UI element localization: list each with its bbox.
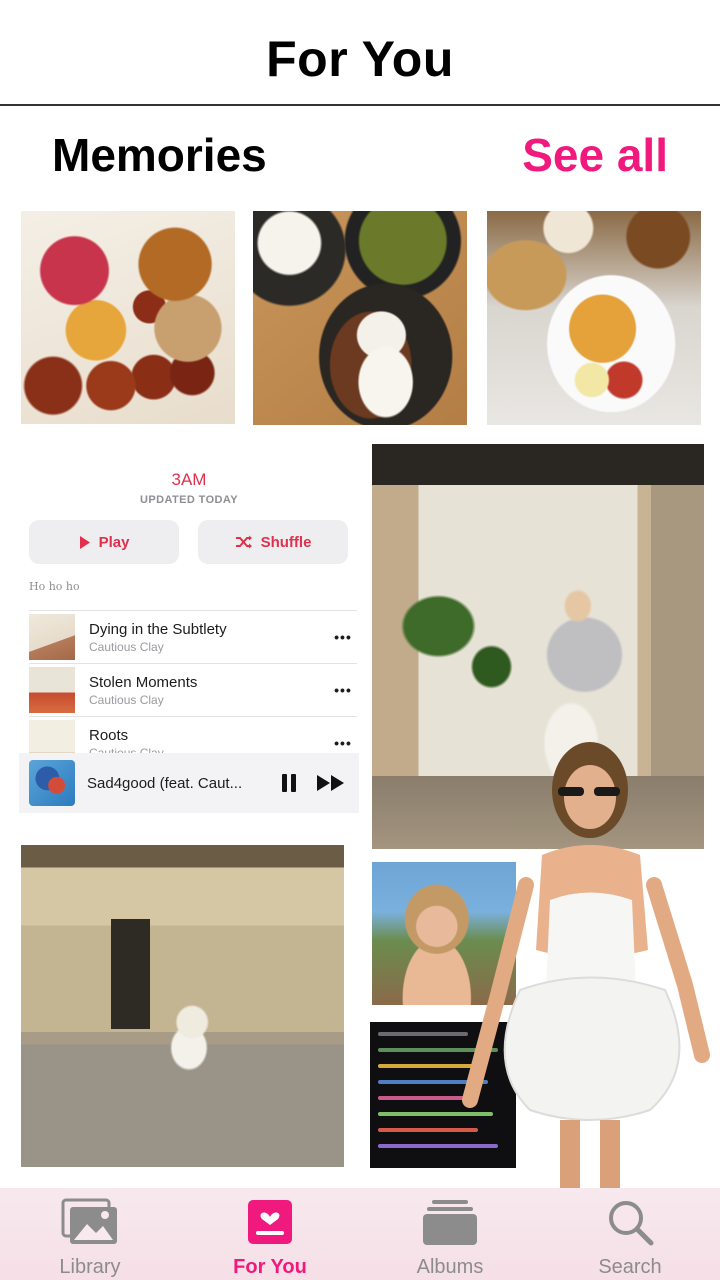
memory-photo-street-outfit[interactable]	[21, 845, 344, 1167]
tab-label: Albums	[416, 1256, 484, 1278]
track-title: Dying in the Subtlety	[89, 620, 227, 638]
fast-forward-icon[interactable]	[309, 774, 353, 792]
playlist-updated: UPDATED TODAY	[140, 494, 238, 506]
track-artist: Cautious Clay	[89, 639, 164, 654]
shuffle-button[interactable]: Shuffle	[198, 520, 348, 564]
playlist-note: Ho ho ho	[29, 580, 80, 593]
mini-player[interactable]: Sad4good (feat. Caut...	[19, 753, 359, 813]
now-playing-title: Sad4good (feat. Caut...	[87, 774, 243, 792]
track-row[interactable]: Dying in the Subtlety Cautious Clay •••	[29, 610, 357, 663]
search-icon	[609, 1201, 654, 1246]
track-artwork	[29, 614, 75, 660]
tab-library[interactable]: Library	[0, 1188, 180, 1280]
tab-for-you[interactable]: For You	[180, 1188, 360, 1280]
playlist-card[interactable]: 3AM UPDATED TODAY Play Shuffle Ho ho ho …	[19, 444, 359, 814]
shuffle-label: Shuffle	[260, 533, 312, 551]
track-artist: Cautious Clay	[89, 692, 164, 707]
playlist-title: 3AM	[171, 470, 207, 489]
more-icon[interactable]: •••	[329, 682, 357, 698]
more-icon[interactable]: •••	[329, 735, 357, 751]
title-divider	[0, 104, 720, 106]
sticker-cutout-white-dress	[440, 735, 720, 1190]
track-row[interactable]: Stolen Moments Cautious Clay •••	[29, 663, 357, 716]
memory-photo-steak-fries[interactable]	[487, 211, 701, 425]
track-title: Stolen Moments	[89, 673, 198, 691]
tab-label: For You	[233, 1256, 307, 1278]
tab-bar: Library For You Albums Search	[0, 1188, 720, 1280]
pause-icon[interactable]	[269, 774, 309, 792]
memory-photo-pastries[interactable]	[21, 211, 235, 424]
tab-label: Search	[598, 1256, 662, 1278]
tab-search[interactable]: Search	[540, 1188, 720, 1280]
tab-label: Library	[59, 1256, 121, 1278]
albums-icon	[423, 1200, 477, 1245]
now-playing-artwork	[29, 760, 75, 806]
play-button[interactable]: Play	[29, 520, 179, 564]
memory-photo-dessert-table[interactable]	[253, 211, 467, 425]
play-label: Play	[98, 533, 130, 551]
more-icon[interactable]: •••	[329, 629, 357, 645]
track-list: Dying in the Subtlety Cautious Clay ••• …	[29, 610, 357, 769]
track-title: Roots	[89, 726, 129, 744]
page-title: For You	[266, 31, 454, 87]
see-all-link[interactable]: See all	[522, 128, 668, 182]
for-you-icon	[248, 1200, 292, 1244]
play-icon	[79, 535, 90, 549]
memories-title: Memories	[52, 129, 267, 181]
tab-albums[interactable]: Albums	[360, 1188, 540, 1280]
shuffle-icon	[235, 535, 252, 549]
photo-library-icon	[61, 1198, 117, 1244]
track-artwork	[29, 667, 75, 713]
